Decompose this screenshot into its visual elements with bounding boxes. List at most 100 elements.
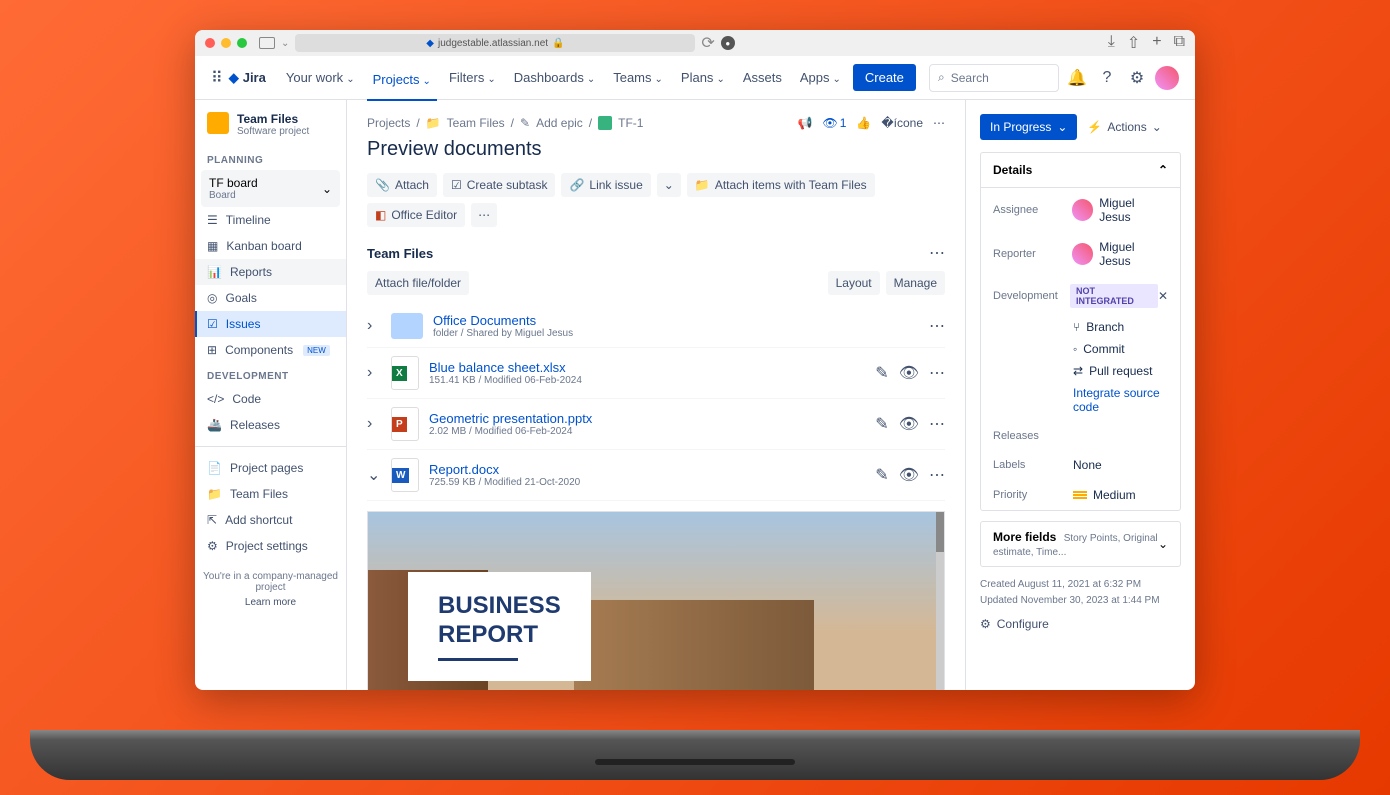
nav-teams[interactable]: Teams xyxy=(607,66,669,89)
nav-plans[interactable]: Plans xyxy=(675,66,731,89)
url-bar[interactable]: ◆ judgestable.atlassian.net 🔒 xyxy=(295,34,695,52)
more-actions-button[interactable]: ⋯ xyxy=(471,203,497,227)
sidebar-item-reports[interactable]: 📊Reports xyxy=(195,259,346,285)
office-editor-button[interactable]: ◧Office Editor xyxy=(367,203,465,227)
maximize-window-button[interactable] xyxy=(237,38,247,48)
reload-icon[interactable]: ⟳ xyxy=(701,33,714,53)
download-icon[interactable]: ⤓ xyxy=(1108,33,1115,53)
status-button[interactable]: In Progress⌄ xyxy=(980,114,1077,140)
plus-icon[interactable]: + xyxy=(1152,33,1161,53)
nav-your-work[interactable]: Your work xyxy=(280,66,361,89)
board-selector[interactable]: TF board Board ⌄ xyxy=(201,170,340,207)
nav-apps[interactable]: Apps xyxy=(794,66,847,89)
more-icon[interactable]: ⋯ xyxy=(933,116,945,130)
app-switcher-icon[interactable]: ⠿ xyxy=(211,68,223,88)
sidebar-item-project-settings[interactable]: ⚙Project settings xyxy=(195,533,346,559)
watch-button[interactable]: 👁1 xyxy=(822,116,846,130)
share-icon[interactable]: ⇧ xyxy=(1127,33,1140,53)
sidebar-item-issues[interactable]: ☑Issues xyxy=(195,311,346,337)
close-icon[interactable]: ✕ xyxy=(1158,289,1168,303)
sidebar-item-code[interactable]: </>Code xyxy=(195,386,346,412)
nav-dashboards[interactable]: Dashboards xyxy=(508,66,602,89)
priority-row[interactable]: Priority Medium xyxy=(981,480,1180,510)
nav-projects[interactable]: Projects xyxy=(367,68,437,101)
file-row[interactable]: ⌄ Report.docx 725.59 KB / Modified 21-Oc… xyxy=(367,450,945,501)
eye-icon[interactable]: 👁 xyxy=(899,414,919,434)
sidebar-item-goals[interactable]: ◎Goals xyxy=(195,285,346,311)
sidebar-item-components[interactable]: ⊞ComponentsNEW xyxy=(195,337,346,363)
breadcrumb-projects[interactable]: Projects xyxy=(367,116,410,130)
file-name[interactable]: Report.docx xyxy=(429,462,865,477)
chevron-right-icon[interactable]: › xyxy=(367,317,381,335)
branch-link[interactable]: ⑂Branch xyxy=(981,316,1180,338)
commit-link[interactable]: ◦Commit xyxy=(981,338,1180,360)
learn-more-link[interactable]: Learn more xyxy=(195,597,346,608)
more-fields-button[interactable]: More fields Story Points, Original estim… xyxy=(980,521,1181,567)
create-button[interactable]: Create xyxy=(853,64,916,91)
more-icon[interactable]: ⋯ xyxy=(929,465,945,485)
sidebar-item-kanban[interactable]: ▦Kanban board xyxy=(195,233,346,259)
releases-row[interactable]: Releases xyxy=(981,422,1180,450)
chevron-right-icon[interactable]: › xyxy=(367,364,381,382)
assignee-row[interactable]: Assignee Miguel Jesus xyxy=(981,188,1180,232)
sidebar-item-timeline[interactable]: ☰Timeline xyxy=(195,207,346,233)
breadcrumb-addepic[interactable]: Add epic xyxy=(536,116,583,130)
sidebar-item-add-shortcut[interactable]: ⇱Add shortcut xyxy=(195,507,346,533)
settings-icon[interactable]: ⚙ xyxy=(1125,66,1149,90)
file-name[interactable]: Office Documents xyxy=(433,313,919,328)
file-name[interactable]: Blue balance sheet.xlsx xyxy=(429,360,865,375)
file-row[interactable]: › Office Documents folder / Shared by Mi… xyxy=(367,305,945,348)
chevron-right-icon[interactable]: › xyxy=(367,415,381,433)
file-row[interactable]: › Blue balance sheet.xlsx 151.41 KB / Mo… xyxy=(367,348,945,399)
attach-button[interactable]: 📎Attach xyxy=(367,173,437,197)
sidebar-toggle-icon[interactable] xyxy=(259,37,275,49)
layout-button[interactable]: Layout xyxy=(828,271,880,295)
reporter-row[interactable]: Reporter Miguel Jesus xyxy=(981,232,1180,276)
link-dropdown-button[interactable]: ⌄ xyxy=(657,173,681,197)
eye-icon[interactable]: 👁 xyxy=(899,363,919,383)
chevron-down-icon[interactable]: ⌄ xyxy=(367,465,381,485)
create-subtask-button[interactable]: ☑Create subtask xyxy=(443,173,555,197)
share-icon[interactable]: �ícone xyxy=(881,116,923,130)
actions-button[interactable]: ⚡Actions⌄ xyxy=(1087,120,1161,134)
nav-filters[interactable]: Filters xyxy=(443,66,502,89)
notifications-icon[interactable]: 🔔 xyxy=(1065,66,1089,90)
attach-file-folder-button[interactable]: Attach file/folder xyxy=(367,271,469,295)
edit-icon[interactable]: ✎ xyxy=(875,414,888,434)
nav-assets[interactable]: Assets xyxy=(737,66,788,89)
sidebar-item-team-files[interactable]: 📁Team Files xyxy=(195,481,346,507)
eye-icon[interactable]: 👁 xyxy=(899,465,919,485)
more-icon[interactable]: ⋯ xyxy=(929,414,945,434)
manage-button[interactable]: Manage xyxy=(886,271,945,295)
more-icon[interactable]: ⋯ xyxy=(929,316,945,336)
integrate-link[interactable]: Integrate source code xyxy=(981,382,1180,422)
configure-button[interactable]: ⚙ Configure xyxy=(980,617,1181,631)
search-input[interactable]: ⌕ Search xyxy=(929,64,1059,92)
more-icon[interactable]: ⋯ xyxy=(929,363,945,383)
labels-row[interactable]: Labels None xyxy=(981,450,1180,480)
sidebar-item-project-pages[interactable]: 📄Project pages xyxy=(195,455,346,481)
details-header[interactable]: Details ⌃ xyxy=(981,153,1180,188)
link-issue-button[interactable]: 🔗Link issue xyxy=(561,173,650,197)
tabs-icon[interactable]: ⧉ xyxy=(1174,33,1185,53)
chevron-down-icon[interactable]: ⌄ xyxy=(281,38,289,49)
project-header[interactable]: Team Files Software project xyxy=(195,112,346,147)
edit-icon[interactable]: ✎ xyxy=(875,465,888,485)
file-row[interactable]: › Geometric presentation.pptx 2.02 MB / … xyxy=(367,399,945,450)
more-icon[interactable]: ⋯ xyxy=(929,243,945,263)
pullrequest-link[interactable]: ⇄Pull request xyxy=(981,360,1180,382)
close-window-button[interactable] xyxy=(205,38,215,48)
jira-logo[interactable]: ◆ Jira xyxy=(229,70,266,86)
user-avatar[interactable] xyxy=(1155,66,1179,90)
sidebar-item-releases[interactable]: 🚢Releases xyxy=(195,412,346,438)
help-icon[interactable]: ? xyxy=(1095,66,1119,90)
scrollbar[interactable] xyxy=(936,512,944,690)
like-icon[interactable]: 👍 xyxy=(856,116,871,130)
breadcrumb-teamfiles[interactable]: Team Files xyxy=(447,116,505,130)
extension-icon[interactable]: ● xyxy=(721,36,735,50)
feedback-icon[interactable]: 📢 xyxy=(798,116,813,130)
minimize-window-button[interactable] xyxy=(221,38,231,48)
attach-teamfiles-button[interactable]: 📁Attach items with Team Files xyxy=(687,173,875,197)
file-name[interactable]: Geometric presentation.pptx xyxy=(429,411,865,426)
edit-icon[interactable]: ✎ xyxy=(875,363,888,383)
